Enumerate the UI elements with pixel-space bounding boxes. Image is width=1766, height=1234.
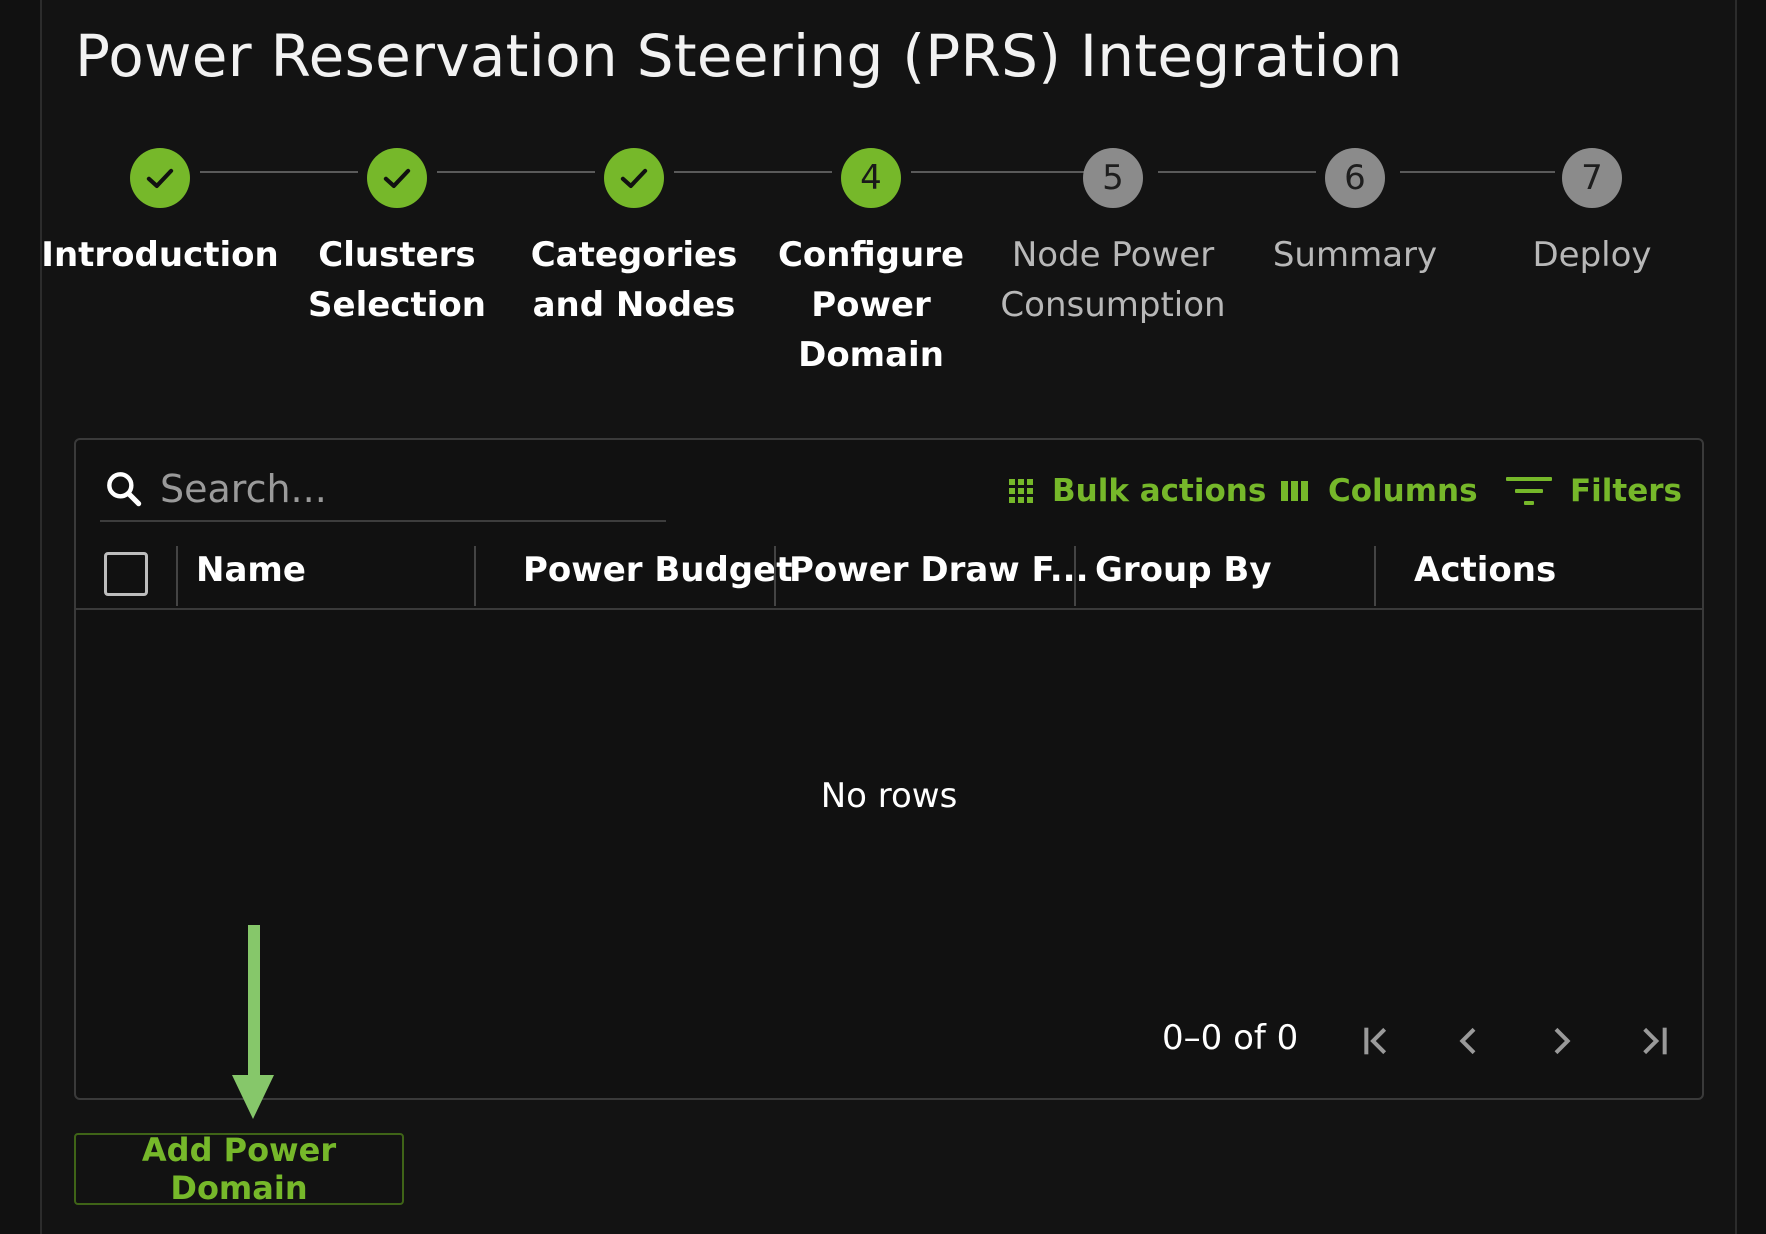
next-page-button[interactable]	[1535, 1018, 1587, 1064]
grid-dots-icon	[1009, 479, 1033, 503]
search-input[interactable]	[160, 467, 640, 511]
step-label: Clusters Selection	[308, 235, 486, 325]
search-icon	[107, 472, 142, 507]
column-header-name[interactable]: Name	[196, 550, 306, 590]
last-page-button[interactable]	[1627, 1018, 1679, 1064]
step-label: Node Power Consumption	[1000, 235, 1226, 325]
next-page-icon	[1554, 1027, 1571, 1055]
step-deploy: 7 Deploy	[1462, 148, 1722, 280]
step-label: Deploy	[1532, 235, 1652, 275]
step-number: 7	[1562, 148, 1622, 208]
column-separator[interactable]	[1074, 546, 1076, 606]
column-header-power-draw[interactable]: Power Draw F...	[789, 550, 1089, 590]
column-header-power-budget[interactable]: Power Budget	[523, 550, 792, 590]
first-page-icon	[1364, 1027, 1387, 1055]
column-header-group-by[interactable]: Group By	[1095, 550, 1272, 590]
add-power-domain-button[interactable]: Add Power Domain	[74, 1131, 404, 1207]
column-separator[interactable]	[474, 546, 476, 606]
pagination-range: 0–0 of 0	[1162, 1018, 1299, 1058]
last-page-icon	[1643, 1027, 1667, 1055]
column-separator[interactable]	[1374, 546, 1376, 606]
step-introduction: Introduction	[30, 148, 290, 280]
step-done-check-icon	[367, 148, 427, 208]
columns-button[interactable]: Columns	[1280, 466, 1478, 516]
column-separator	[176, 546, 178, 606]
step-label: Categories and Nodes	[530, 235, 738, 325]
step-node-power-consumption: 5 Node Power Consumption	[983, 148, 1243, 330]
step-number: 6	[1325, 148, 1385, 208]
step-number: 4	[841, 148, 901, 208]
step-categories-and-nodes: Categories and Nodes	[504, 148, 764, 330]
select-all-checkbox[interactable]	[104, 552, 148, 596]
step-label: Introduction	[41, 235, 279, 275]
bulk-actions-button[interactable]: Bulk actions	[1008, 466, 1266, 516]
first-page-button[interactable]	[1352, 1018, 1404, 1064]
step-clusters-selection: Clusters Selection	[267, 148, 527, 330]
step-label: Configure Power Domain	[777, 235, 965, 375]
previous-page-button[interactable]	[1443, 1018, 1495, 1064]
power-domain-grid: Bulk actions Columns Filters Name Power …	[74, 438, 1704, 1100]
step-configure-power-domain: 4 Configure Power Domain	[741, 148, 1001, 380]
filter-icon	[1506, 477, 1552, 505]
grid-header-row: Name Power Budget Power Draw F... Group …	[76, 536, 1702, 610]
column-separator[interactable]	[774, 546, 776, 606]
empty-state-text: No rows	[820, 776, 958, 816]
column-header-actions: Actions	[1414, 550, 1557, 590]
page-title: Power Reservation Steering (PRS) Integra…	[75, 22, 1403, 90]
filters-label: Filters	[1570, 473, 1683, 509]
bulk-actions-label: Bulk actions	[1052, 473, 1267, 509]
columns-label: Columns	[1328, 473, 1478, 509]
step-label: Summary	[1272, 235, 1438, 275]
step-done-check-icon	[604, 148, 664, 208]
annotation-arrow-icon	[232, 925, 274, 1119]
filters-button[interactable]: Filters	[1506, 466, 1682, 516]
step-done-check-icon	[130, 148, 190, 208]
columns-icon	[1281, 481, 1308, 501]
search-box	[100, 458, 666, 522]
previous-page-icon	[1459, 1027, 1476, 1055]
step-summary: 6 Summary	[1225, 148, 1485, 280]
step-number: 5	[1083, 148, 1143, 208]
